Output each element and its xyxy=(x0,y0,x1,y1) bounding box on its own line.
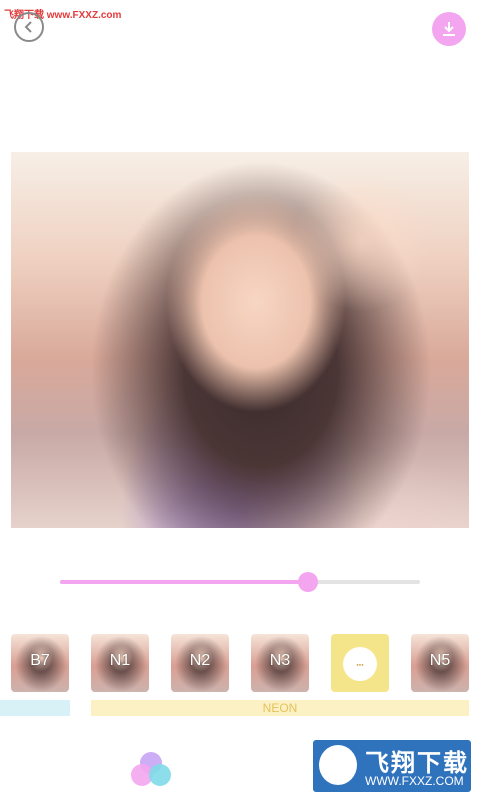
filter-thumbnail[interactable]: N2 xyxy=(171,634,229,692)
filter-label: N2 xyxy=(189,652,211,669)
filter-label: N1 xyxy=(109,652,131,669)
category-tab-other[interactable] xyxy=(0,700,70,716)
filter-thumbnail-selected[interactable]: ●●● xyxy=(331,634,389,692)
slider-fill xyxy=(60,580,309,584)
filter-strip: B7 N1 N2 N3 ●●● N5 xyxy=(0,634,480,694)
slider-thumb[interactable] xyxy=(298,572,319,592)
back-button[interactable] xyxy=(14,12,44,42)
filter-label: N5 xyxy=(429,652,451,669)
logo-url: WWW.FXXZ.COM xyxy=(365,774,464,788)
intensity-slider[interactable] xyxy=(60,572,420,592)
filter-thumbnail[interactable]: N1 xyxy=(91,634,149,692)
color-palette-icon[interactable] xyxy=(131,752,171,788)
download-icon xyxy=(443,22,455,36)
filter-label: B7 xyxy=(30,652,50,669)
selected-filter-badge: ●●● xyxy=(343,647,377,681)
filter-thumbnail[interactable]: N5 xyxy=(411,634,469,692)
filter-thumbnail[interactable]: B7 xyxy=(11,634,69,692)
category-tab-neon[interactable]: NEON xyxy=(91,700,469,716)
logo-mark-icon xyxy=(319,745,357,785)
photo-preview xyxy=(11,152,469,528)
filter-thumbnail[interactable]: N3 xyxy=(251,634,309,692)
download-button[interactable] xyxy=(432,12,466,46)
chevron-left-icon xyxy=(24,21,32,33)
light-flare xyxy=(291,172,431,312)
site-logo: 飞翔下载 WWW.FXXZ.COM xyxy=(313,740,471,792)
filter-label: N3 xyxy=(269,652,291,669)
logo-title: 飞翔下载 xyxy=(365,750,469,777)
